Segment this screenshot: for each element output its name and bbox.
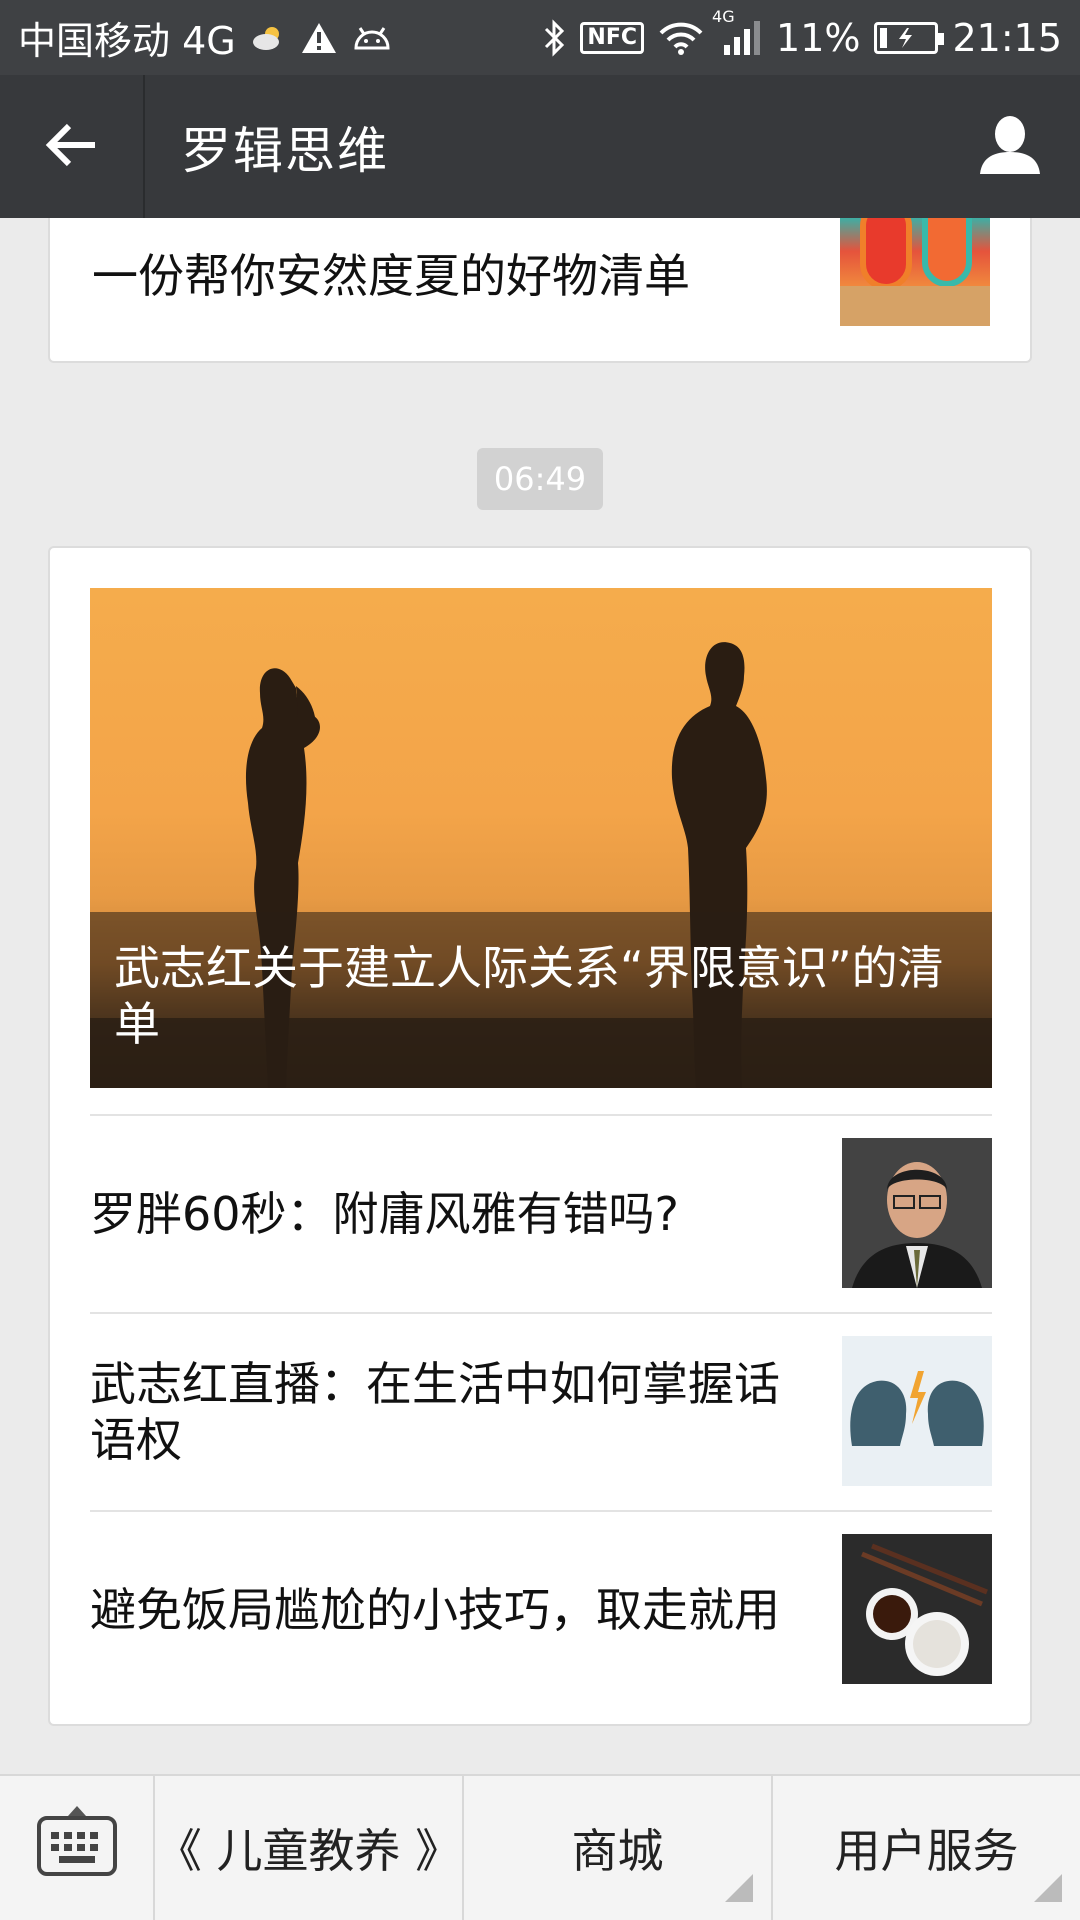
status-right: NFC 4G 11% 21:15	[542, 7, 1062, 60]
article-item-3[interactable]: 避免饭局尴尬的小技巧，取走就用	[90, 1510, 992, 1708]
article-thumbnail-heads	[842, 1336, 992, 1486]
battery-icon	[874, 21, 945, 54]
android-debug-icon	[352, 24, 392, 52]
status-bar: 中国移动 4G NFC 4G 11% 21:15	[0, 0, 1080, 75]
article-card: 武志红关于建立人际关系“界限意识”的清单 罗胖60秒：附庸风雅有错吗? 武志红直…	[48, 546, 1032, 1726]
bottom-menu: 《 儿童教养 》 商城 用户服务	[0, 1774, 1080, 1920]
article-item-1[interactable]: 罗胖60秒：附庸风雅有错吗?	[90, 1114, 992, 1312]
previous-article-card[interactable]: 一份帮你安然度夏的好物清单	[48, 218, 1032, 363]
warning-icon	[300, 21, 338, 55]
weather-icon	[250, 24, 286, 52]
timestamp-badge: 06:49	[477, 448, 603, 510]
title-bar: 罗辑思维	[0, 75, 1080, 218]
network-type-label: 4G	[712, 6, 735, 26]
menu-item-label: 用户服务	[834, 1824, 1019, 1878]
battery-percent: 11%	[776, 15, 861, 60]
carrier-label: 中国移动 4G	[18, 19, 236, 63]
wifi-icon	[658, 21, 704, 55]
bluetooth-icon	[542, 18, 566, 57]
article-item-2[interactable]: 武志红直播：在生活中如何掌握话语权	[90, 1312, 992, 1510]
article-thumbnail-food	[842, 1534, 992, 1684]
back-button[interactable]	[0, 75, 145, 218]
article-title: 罗胖60秒：附庸风雅有错吗?	[90, 1187, 679, 1241]
profile-button[interactable]	[940, 75, 1080, 218]
previous-article-thumbnail	[840, 218, 990, 326]
keyboard-icon	[36, 1816, 117, 1880]
nfc-icon: NFC	[580, 21, 645, 54]
status-left: 中国移动 4G	[18, 10, 392, 65]
submenu-indicator-icon	[1034, 1874, 1062, 1902]
featured-article-title: 武志红关于建立人际关系“界限意识”的清单	[90, 912, 992, 1088]
menu-item-user-service[interactable]: 用户服务	[773, 1776, 1080, 1920]
caret-up-icon	[68, 1806, 86, 1816]
signal-icon: 4G	[712, 7, 762, 57]
featured-article[interactable]: 武志红关于建立人际关系“界限意识”的清单	[90, 588, 992, 1088]
menu-item-label: 《 儿童教养 》	[155, 1824, 462, 1878]
keyboard-toggle-button[interactable]	[0, 1776, 155, 1920]
previous-article-title: 一份帮你安然度夏的好物清单	[92, 249, 690, 303]
article-title: 武志红直播：在生活中如何掌握话语权	[90, 1357, 780, 1467]
message-feed[interactable]: 一份帮你安然度夏的好物清单 06:49 武志红关于建立人际关系“界限意识”的清单…	[0, 218, 1080, 1774]
article-title: 避免饭局尴尬的小技巧，取走就用	[90, 1583, 780, 1637]
article-thumbnail-portrait	[842, 1138, 992, 1288]
clock: 21:15	[952, 15, 1062, 60]
submenu-indicator-icon	[725, 1874, 753, 1902]
menu-item-label: 商城	[571, 1824, 664, 1878]
page-title: 罗辑思维	[181, 121, 389, 180]
menu-item-children-education[interactable]: 《 儿童教养 》	[155, 1776, 464, 1920]
back-arrow-icon	[45, 122, 99, 172]
menu-item-shop[interactable]: 商城	[464, 1776, 773, 1920]
person-icon	[978, 114, 1042, 180]
